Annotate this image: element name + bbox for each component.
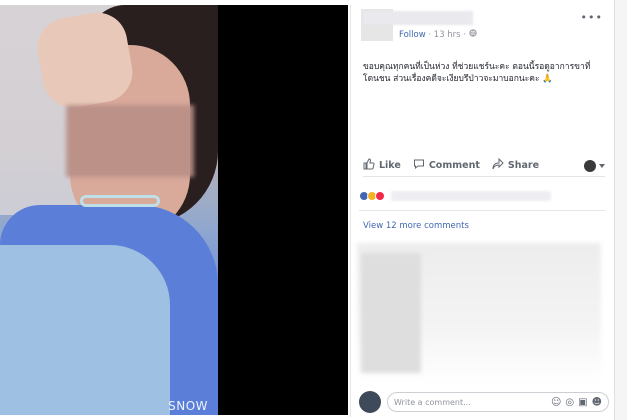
- page: SNOW Follow · 13 hrs · ••• ขอบคุณทุกคนที…: [0, 0, 627, 420]
- comment-composer: Write a comment... ☺ ◎ ▣ ☻: [359, 391, 609, 413]
- reaction-summary[interactable]: [359, 187, 605, 205]
- love-reaction-icon: [375, 191, 385, 201]
- post-meta: Follow · 13 hrs ·: [399, 29, 477, 40]
- share-icon: [492, 157, 508, 173]
- divider: [359, 210, 605, 211]
- like-button[interactable]: Like: [363, 158, 401, 173]
- share-button[interactable]: Share: [492, 157, 540, 173]
- comment-label: Comment: [428, 160, 480, 171]
- photo-blanket: [0, 245, 170, 415]
- comment-icon: [413, 158, 429, 173]
- post-header: Follow · 13 hrs · •••: [351, 5, 613, 45]
- photo-viewer: SNOW: [0, 5, 348, 415]
- camera-icon[interactable]: ◎: [565, 397, 574, 408]
- comments-blurred: [357, 243, 601, 383]
- comment-blur-block: [361, 253, 421, 373]
- like-icon: [363, 158, 379, 173]
- post-time[interactable]: 13 hrs: [434, 30, 461, 40]
- photo-blur: [66, 105, 194, 177]
- follow-link[interactable]: Follow: [399, 30, 426, 40]
- snow-watermark: SNOW: [168, 399, 208, 413]
- chevron-down-icon: [599, 163, 605, 168]
- view-more-comments-link[interactable]: View 12 more comments: [363, 221, 469, 231]
- privacy-globe-icon: [469, 29, 477, 40]
- post-actions: Like Comment Share: [363, 155, 605, 177]
- reaction-names-blurred: [391, 191, 551, 201]
- post-text: ขอบคุณทุกคนที่เป็นห่วง ที่ช่วยแชร์นะคะ ต…: [363, 62, 591, 84]
- like-label: Like: [379, 160, 401, 171]
- comment-placeholder: Write a comment...: [394, 397, 471, 407]
- emoji-icon[interactable]: ☺: [551, 397, 561, 408]
- my-avatar[interactable]: [359, 391, 381, 413]
- more-icon[interactable]: •••: [581, 11, 603, 24]
- author-name-blurred[interactable]: [363, 11, 473, 25]
- comment-button[interactable]: Comment: [413, 158, 480, 173]
- post-photo[interactable]: SNOW: [0, 5, 218, 415]
- gif-icon[interactable]: ▣: [578, 397, 587, 408]
- sticker-icon[interactable]: ☻: [592, 397, 602, 408]
- globe-icon: [584, 159, 596, 172]
- share-label: Share: [507, 160, 540, 171]
- audience-selector[interactable]: [584, 159, 605, 172]
- comment-input[interactable]: Write a comment... ☺ ◎ ▣ ☻: [387, 392, 609, 412]
- post-panel: Follow · 13 hrs · ••• ขอบคุณทุกคนที่เป็น…: [350, 5, 612, 417]
- page-scrollbar[interactable]: [614, 0, 627, 420]
- photo-tube: [80, 195, 160, 207]
